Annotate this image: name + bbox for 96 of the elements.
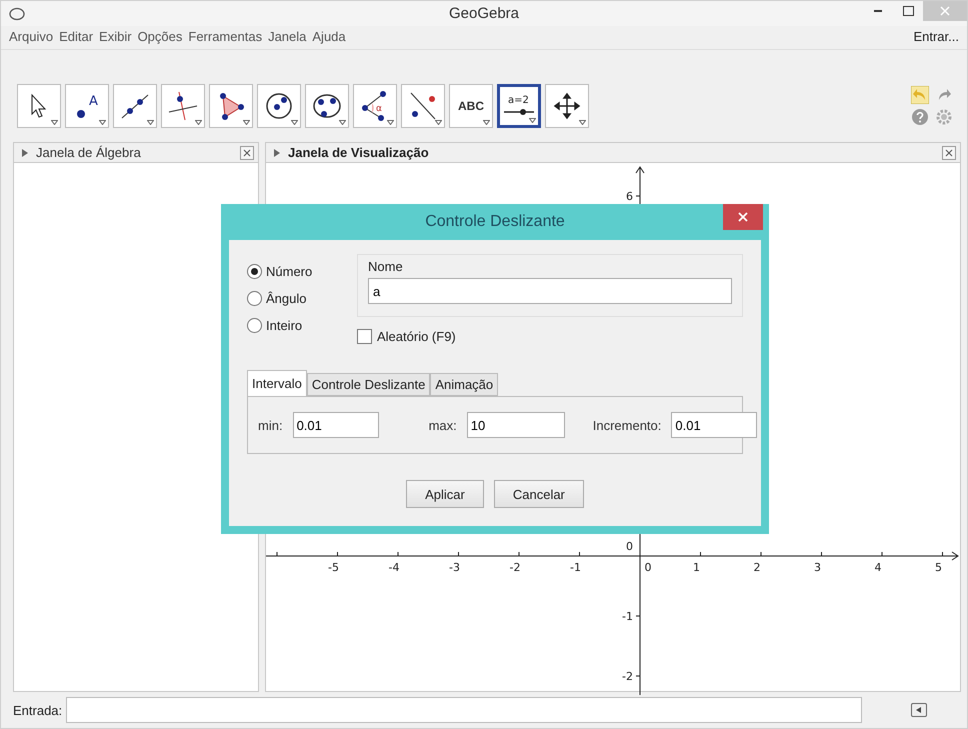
field-label: min: <box>258 418 283 432</box>
field-label: Incremento: <box>592 418 662 432</box>
axis-tick-label: 5 <box>935 561 942 574</box>
panel-close-button[interactable] <box>942 146 956 160</box>
window-title: GeoGebra <box>448 5 520 22</box>
axis-tick-label: 0 <box>644 561 652 574</box>
radio-label: Número <box>266 264 312 279</box>
dropdown-triangle-icon <box>483 120 490 125</box>
axis-tick-label: -4 <box>388 561 400 574</box>
move-icon <box>551 90 583 122</box>
login-link[interactable]: Entrar... <box>913 28 959 44</box>
tool-button[interactable] <box>257 84 301 128</box>
dropdown-triangle-icon <box>291 120 298 125</box>
radio-button[interactable] <box>247 318 262 333</box>
cancel-button[interactable]: Cancelar <box>494 480 584 508</box>
expand-triangle-icon[interactable] <box>274 148 280 156</box>
tool-button[interactable] <box>545 84 589 128</box>
dropdown-triangle-icon <box>195 120 202 125</box>
input-field[interactable] <box>66 697 862 723</box>
number-field[interactable]: 10 <box>466 412 565 438</box>
apply-button[interactable]: Aplicar <box>406 480 484 508</box>
tool-button[interactable] <box>305 84 349 128</box>
dropdown-triangle-icon <box>579 120 586 125</box>
dropdown-triangle-icon <box>99 120 106 125</box>
random-option[interactable]: Aleatório (F9) <box>357 329 743 344</box>
axis-tick-label: 2 <box>754 561 760 574</box>
panel-title: Janela de Álgebra <box>36 145 141 160</box>
radio-option[interactable]: Número <box>247 264 333 279</box>
menu-item[interactable]: Ferramentas <box>188 28 262 44</box>
panel-title: Janela de Visualização <box>288 145 429 160</box>
number-field[interactable]: 0.01 <box>292 412 379 438</box>
axis-tick-label: 3 <box>814 561 821 574</box>
menu-item[interactable]: Exibir <box>99 28 132 44</box>
app-logo-icon <box>9 6 25 22</box>
axis-tick-label: 4 <box>874 561 882 574</box>
input-help-button[interactable] <box>911 703 927 717</box>
perpendicular-lines-icon <box>167 90 199 122</box>
dropdown-triangle-icon <box>529 118 536 123</box>
checkbox-label: Aleatório (F9) <box>377 329 456 344</box>
menu-item[interactable]: Arquivo <box>9 28 54 44</box>
dialog-tab[interactable]: Animação <box>430 373 498 396</box>
radio-label: Ângulo <box>266 291 306 306</box>
dialog-title: Controle Deslizante <box>425 213 565 231</box>
checkbox[interactable] <box>357 329 372 344</box>
axis-tick-label: -3 <box>449 561 460 574</box>
radio-option[interactable]: Ângulo <box>247 291 333 306</box>
radio-button[interactable] <box>247 264 262 279</box>
expand-triangle-icon[interactable] <box>22 148 28 156</box>
input-label: Entrada: <box>13 702 62 718</box>
tool-button[interactable] <box>17 84 61 128</box>
menu-item[interactable]: Janela <box>268 28 306 44</box>
panel-close-button[interactable] <box>240 146 254 160</box>
dropdown-triangle-icon <box>147 120 154 125</box>
radio-option[interactable]: Inteiro <box>247 318 333 333</box>
menu-item[interactable]: Ajuda <box>312 28 346 44</box>
help-icon[interactable] <box>911 108 929 126</box>
axis-tick-label: 1 <box>693 561 700 574</box>
menu-item[interactable]: Opções <box>138 28 182 44</box>
axis-tick-label: 6 <box>626 190 633 203</box>
tool-button[interactable] <box>209 84 253 128</box>
close-icon <box>940 6 950 16</box>
menu-item[interactable]: Editar <box>59 28 94 44</box>
axis-tick-label: -2 <box>622 670 633 683</box>
tool-button[interactable]: ABC <box>449 84 493 128</box>
tool-button[interactable] <box>113 84 157 128</box>
maximize-icon <box>902 6 914 16</box>
tool-button[interactable]: A <box>65 84 109 128</box>
field-label: max: <box>428 418 457 432</box>
minimize-icon <box>874 10 882 12</box>
dropdown-triangle-icon <box>339 120 346 125</box>
axis-tick-label: 0 <box>626 540 633 553</box>
dialog-tab[interactable]: Controle Deslizante <box>306 373 430 396</box>
dialog-close-button[interactable] <box>723 204 763 230</box>
axis-tick-label: -5 <box>328 561 339 574</box>
axis-tick-label: -1 <box>570 561 581 574</box>
number-field[interactable]: 0.01 <box>671 412 758 438</box>
name-field[interactable]: a <box>368 278 732 304</box>
dropdown-triangle-icon <box>243 120 250 125</box>
tool-button[interactable] <box>161 84 205 128</box>
radio-label: Inteiro <box>266 318 302 333</box>
axis-tick-label: -1 <box>622 610 633 623</box>
tool-button[interactable]: a=2 <box>497 84 541 128</box>
radio-button[interactable] <box>247 291 262 306</box>
dropdown-triangle-icon <box>51 120 58 125</box>
group-label: Nome <box>368 259 404 274</box>
close-icon <box>945 148 953 156</box>
tool-button[interactable]: α <box>353 84 397 128</box>
dropdown-triangle-icon <box>435 120 442 125</box>
axis-tick-label: -2 <box>510 561 520 574</box>
tool-button[interactable] <box>401 84 445 128</box>
text-tool-label: ABC <box>458 99 484 113</box>
close-icon <box>738 212 748 222</box>
close-icon <box>243 148 251 156</box>
dropdown-triangle-icon <box>387 120 394 125</box>
triangle-icon <box>916 707 922 713</box>
dialog-tab[interactable]: Intervalo <box>247 370 307 396</box>
